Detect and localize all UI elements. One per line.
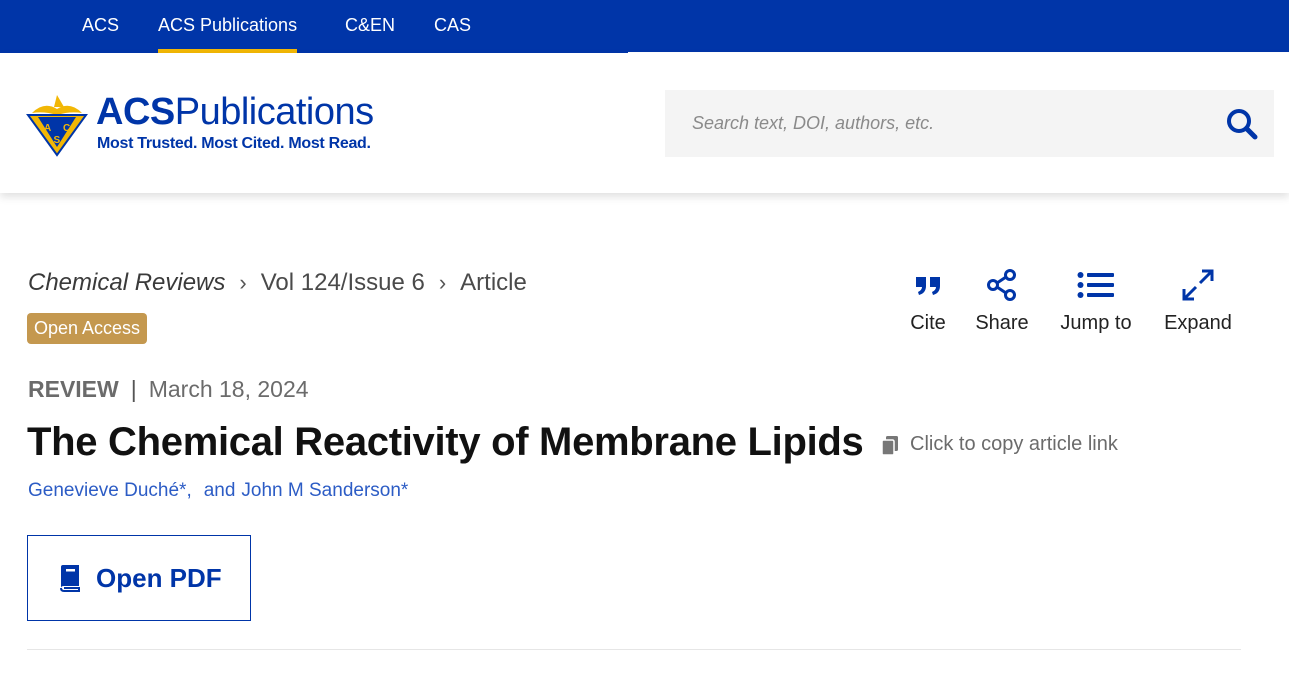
copy-icon — [881, 435, 898, 456]
share-button[interactable]: Share — [972, 268, 1032, 335]
author-link[interactable]: John M Sanderson* — [241, 480, 408, 501]
share-icon — [987, 269, 1016, 301]
expand-button[interactable]: Expand — [1160, 268, 1236, 335]
copy-article-link[interactable]: Click to copy article link — [880, 433, 1118, 456]
open-access-badge: Open Access — [27, 313, 148, 344]
publication-date: March 18, 2024 — [148, 376, 309, 402]
book-icon — [60, 565, 80, 592]
list-icon — [1077, 272, 1114, 298]
meta-separator: | — [130, 376, 137, 402]
logo-tagline: Most Trusted. Most Cited. Most Read. — [97, 135, 371, 152]
tab-cen[interactable]: C&EN — [345, 0, 395, 53]
section-divider — [27, 649, 1241, 650]
jump-to-button[interactable]: Jump to — [1056, 268, 1136, 335]
breadcrumb-current: Article — [460, 268, 527, 296]
search-icon — [1227, 109, 1258, 140]
quote-icon — [916, 277, 940, 295]
share-label: Share — [975, 312, 1029, 334]
acs-publications-logo[interactable]: A C S ACSPublications Most Trusted. Most… — [24, 91, 394, 159]
copy-link-label: Click to copy article link — [910, 433, 1118, 455]
cite-label: Cite — [910, 312, 946, 334]
chevron-right-icon: › — [438, 269, 447, 295]
article-meta: REVIEW | March 18, 2024 — [28, 376, 309, 403]
expand-label: Expand — [1164, 312, 1232, 334]
article-title: The Chemical Reactivity of Membrane Lipi… — [27, 420, 864, 464]
author-separator: , — [186, 480, 192, 501]
breadcrumb-journal[interactable]: Chemical Reviews — [28, 269, 225, 297]
tab-cas[interactable]: CAS — [434, 0, 471, 53]
svg-text:C: C — [63, 123, 70, 134]
breadcrumb-issue[interactable]: Vol 124/Issue 6 — [261, 269, 425, 297]
acs-emblem-icon: A C S — [26, 95, 88, 157]
logo-wordmark: ACSPublications — [96, 91, 374, 133]
search-button[interactable] — [1224, 106, 1260, 142]
svg-text:A: A — [44, 123, 51, 134]
search-bar — [665, 90, 1274, 157]
open-pdf-label: Open PDF — [96, 562, 222, 593]
author-link[interactable]: Genevieve Duché* — [28, 480, 186, 501]
site-header: A C S ACSPublications Most Trusted. Most… — [0, 53, 1289, 193]
author-conjunction: and — [203, 480, 236, 501]
article-type: REVIEW — [28, 376, 119, 402]
author-list: Genevieve Duché*, and John M Sanderson* — [28, 480, 408, 502]
jump-to-label: Jump to — [1060, 312, 1132, 334]
svg-text:S: S — [54, 135, 61, 146]
open-pdf-button[interactable]: Open PDF — [27, 535, 251, 621]
chevron-right-icon: › — [239, 269, 247, 295]
tab-acs[interactable]: ACS — [82, 0, 119, 53]
breadcrumb: Chemical Reviews › Vol 124/Issue 6 › Article — [28, 268, 527, 297]
expand-icon — [1182, 269, 1214, 301]
tab-acs-publications[interactable]: ACS Publications — [158, 0, 298, 53]
top-navigation: ACS ACS Publications C&EN CAS — [0, 0, 1289, 53]
cite-button[interactable]: Cite — [906, 268, 950, 335]
search-input[interactable] — [665, 90, 1205, 157]
